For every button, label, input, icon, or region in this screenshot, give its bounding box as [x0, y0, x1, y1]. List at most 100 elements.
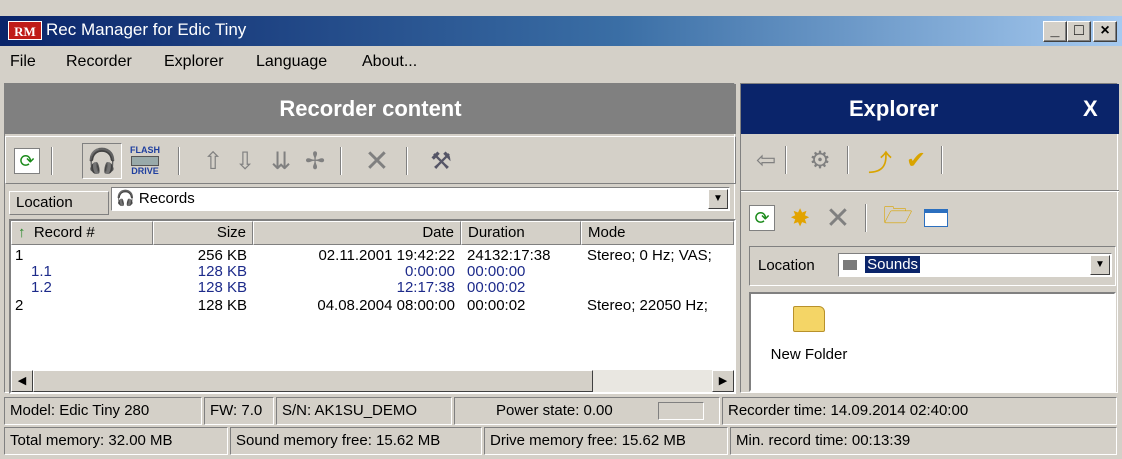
status-recorder-time: Recorder time: 14.09.2014 02:40:00: [722, 397, 1117, 425]
drive-icon: [131, 156, 159, 166]
recorder-toolbar: ⟳ 🎧 FLASH DRIVE ⇧ ⇩ ⇊ ✢ ✕ ⚒: [5, 136, 736, 184]
folder-icon: [843, 260, 857, 271]
delete-icon[interactable]: ✕: [821, 202, 855, 235]
app-icon: RM: [8, 21, 42, 40]
record-mode: Stereo; 0 Hz; VAS;: [587, 247, 712, 264]
scroll-right-icon[interactable]: ▶: [712, 370, 734, 392]
explorer-location-select[interactable]: Sounds ▼: [838, 253, 1112, 277]
headphones-icon: 🎧: [87, 147, 117, 175]
folder-up-icon[interactable]: ⤴: [863, 144, 897, 177]
toolbar-separator: [847, 146, 849, 174]
minimize-button[interactable]: _: [1043, 21, 1067, 42]
chevron-down-icon[interactable]: ▼: [1090, 255, 1110, 275]
power-meter: [658, 402, 704, 420]
explorer-close-button[interactable]: X: [1083, 84, 1098, 134]
new-folder-icon[interactable]: ✸: [783, 202, 817, 234]
headphones-icon: 🎧: [116, 190, 135, 207]
open-folder-icon[interactable]: 🗁: [881, 202, 915, 234]
status-power: Power state: 0.00: [454, 397, 720, 425]
sort-arrow-icon: ↑: [18, 224, 26, 241]
explorer-location-box: Location Sounds ▼: [749, 246, 1116, 286]
record-number: 1: [15, 247, 24, 264]
record-date: 04.08.2004 08:00:00: [317, 297, 455, 314]
menu-explorer[interactable]: Explorer: [164, 53, 224, 71]
record-date: 0:00:00: [404, 263, 455, 280]
folder-icon: [793, 306, 825, 332]
scroll-left-icon[interactable]: ◀: [11, 370, 33, 392]
record-size: 128 KB: [197, 279, 247, 296]
location-value: Records: [138, 190, 195, 207]
list-item[interactable]: New Folder: [769, 306, 849, 363]
refresh-icon[interactable]: ⟳: [749, 205, 775, 231]
explorer-toolbar-bottom: ⟳ ✸ ✕ 🗁: [741, 194, 1119, 242]
status-firmware: FW: 7.0: [204, 397, 274, 425]
column-header-date[interactable]: Date: [253, 221, 461, 245]
location-label: Location: [9, 191, 109, 215]
app-window: RM Rec Manager for Edic Tiny _ □ × File …: [0, 0, 1122, 459]
delete-icon[interactable]: ✕: [360, 145, 394, 178]
explorer-panel: Explorer X ⇦ ⚙ ⤴ ✔ ⟳ ✸ ✕ 🗁 Location Soun…: [740, 83, 1119, 393]
flash-label: FLASH: [130, 145, 160, 155]
horizontal-scrollbar[interactable]: ◀ ▶: [11, 370, 734, 392]
tools-icon[interactable]: ⚒: [424, 145, 458, 177]
explorer-toolbar-top: ⇦ ⚙ ⤴ ✔: [741, 136, 1119, 184]
toolbar-separator: [51, 147, 53, 175]
record-duration: 00:00:02: [467, 297, 526, 314]
menu-about[interactable]: About...: [362, 53, 417, 71]
explorer-header: Explorer X: [741, 84, 1119, 134]
record-size: 128 KB: [197, 297, 247, 314]
records-table: ↑ Record # Size Date Duration Mode 1 256…: [9, 219, 736, 394]
records-mode-button[interactable]: 🎧: [82, 143, 122, 179]
record-date: 02.11.2001 19:42:22: [318, 247, 455, 264]
record-number: 2: [15, 297, 24, 314]
window-title: Rec Manager for Edic Tiny: [46, 20, 247, 39]
scroll-thumb[interactable]: [33, 370, 593, 392]
status-sound-memory: Sound memory free: 15.62 MB: [230, 427, 482, 455]
record-duration: 00:00:02: [467, 279, 526, 296]
recorder-location-select[interactable]: 🎧 Records ▼: [111, 187, 730, 211]
status-min-record: Min. record time: 00:13:39: [730, 427, 1117, 455]
convert-icon[interactable]: ⚙: [803, 144, 837, 176]
location-value: Sounds: [865, 256, 921, 273]
recorder-header: Recorder content: [5, 84, 736, 134]
status-serial: S/N: AK1SU_DEMO: [276, 397, 452, 425]
status-model: Model: Edic Tiny 280: [4, 397, 202, 425]
download-icon[interactable]: ⇩: [228, 145, 262, 177]
download-all-icon[interactable]: ⇊: [264, 145, 298, 177]
column-header-duration[interactable]: Duration: [461, 221, 581, 245]
flash-drive-button[interactable]: FLASH DRIVE: [124, 145, 166, 177]
copy-to-recorder-icon[interactable]: ⇦: [749, 144, 783, 176]
toolbar-separator: [340, 147, 342, 175]
record-size: 128 KB: [197, 263, 247, 280]
explorer-location-row: Location Sounds ▼: [741, 246, 1119, 286]
toolbar-separator: [865, 204, 867, 232]
status-drive-memory: Drive memory free: 15.62 MB: [484, 427, 728, 455]
recorder-location-row: Location 🎧 Records ▼: [5, 187, 736, 217]
status-total-memory: Total memory: 32.00 MB: [4, 427, 228, 455]
maximize-button[interactable]: □: [1067, 21, 1091, 42]
toolbar-separator: [178, 147, 180, 175]
chevron-down-icon[interactable]: ▼: [708, 189, 728, 209]
column-header-size[interactable]: Size: [153, 221, 253, 245]
explorer-file-view: New Folder: [749, 292, 1116, 392]
folder-check-icon[interactable]: ✔: [899, 144, 933, 176]
column-header-record[interactable]: ↑ Record #: [11, 221, 153, 245]
menu-file[interactable]: File: [10, 53, 36, 71]
drive-label: DRIVE: [131, 166, 159, 176]
toolbar-separator: [785, 146, 787, 174]
recorder-panel: Recorder content ⟳ 🎧 FLASH DRIVE ⇧ ⇩ ⇊ ✢…: [4, 83, 736, 394]
menu-language[interactable]: Language: [256, 53, 327, 71]
menu-bar: File Recorder Explorer Language About...: [0, 48, 1122, 76]
column-header-mode[interactable]: Mode: [581, 221, 734, 245]
refresh-icon[interactable]: ⟳: [14, 148, 40, 174]
upload-icon[interactable]: ⇧: [196, 145, 230, 177]
menu-recorder[interactable]: Recorder: [66, 53, 132, 71]
split-icon[interactable]: ✢: [298, 145, 332, 177]
title-bar[interactable]: RM Rec Manager for Edic Tiny _ □ ×: [0, 16, 1122, 46]
close-button[interactable]: ×: [1093, 21, 1117, 42]
view-mode-icon[interactable]: [919, 202, 953, 234]
record-number: 1.1: [31, 263, 52, 280]
record-mode: Stereo; 22050 Hz;: [587, 297, 708, 314]
toolbar-divider: [741, 190, 1119, 192]
explorer-title: Explorer: [849, 96, 939, 121]
